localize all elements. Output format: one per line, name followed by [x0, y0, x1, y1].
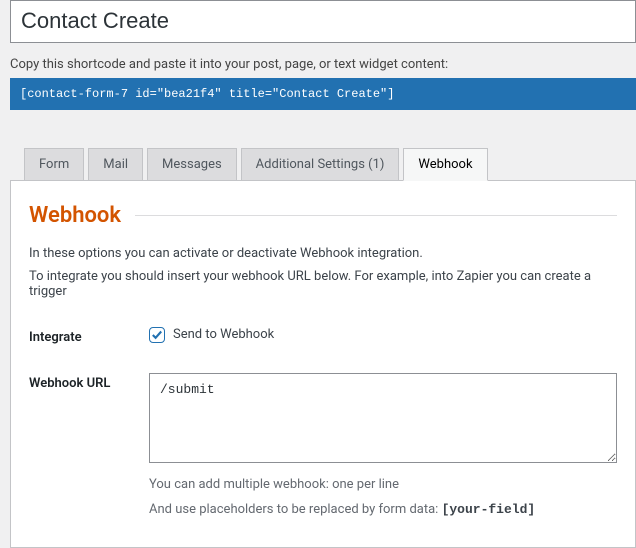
webhook-url-helper-2: And use placeholders to be replaced by f… [149, 502, 617, 517]
title-divider [135, 215, 617, 216]
shortcode-box[interactable]: [contact-form-7 id="bea21f4" title="Cont… [10, 78, 636, 110]
helper2-code: [your-field] [442, 502, 536, 517]
panel-description-1: In these options you can activate or dea… [29, 246, 617, 261]
webhook-url-label: Webhook URL [29, 373, 149, 391]
form-title-input[interactable] [10, 0, 636, 43]
webhook-url-helper-1: You can add multiple webhook: one per li… [149, 477, 617, 492]
tab-webhook[interactable]: Webhook [403, 148, 487, 181]
tab-mail[interactable]: Mail [88, 148, 143, 181]
webhook-panel: Webhook In these options you can activat… [10, 180, 636, 548]
tab-bar: Form Mail Messages Additional Settings (… [24, 148, 636, 181]
tab-messages[interactable]: Messages [147, 148, 237, 181]
tab-additional-settings[interactable]: Additional Settings (1) [241, 148, 400, 181]
tab-form[interactable]: Form [24, 148, 84, 181]
shortcode-instructions: Copy this shortcode and paste it into yo… [10, 57, 636, 72]
panel-title: Webhook [29, 203, 121, 228]
helper2-prefix: And use placeholders to be replaced by f… [149, 502, 442, 517]
webhook-url-textarea[interactable]: /submit [149, 373, 617, 463]
integrate-label: Integrate [29, 327, 149, 345]
check-icon [150, 328, 164, 342]
send-to-webhook-checkbox[interactable] [149, 327, 165, 343]
send-to-webhook-label: Send to Webhook [173, 327, 274, 342]
panel-description-2: To integrate you should insert your webh… [29, 269, 617, 299]
